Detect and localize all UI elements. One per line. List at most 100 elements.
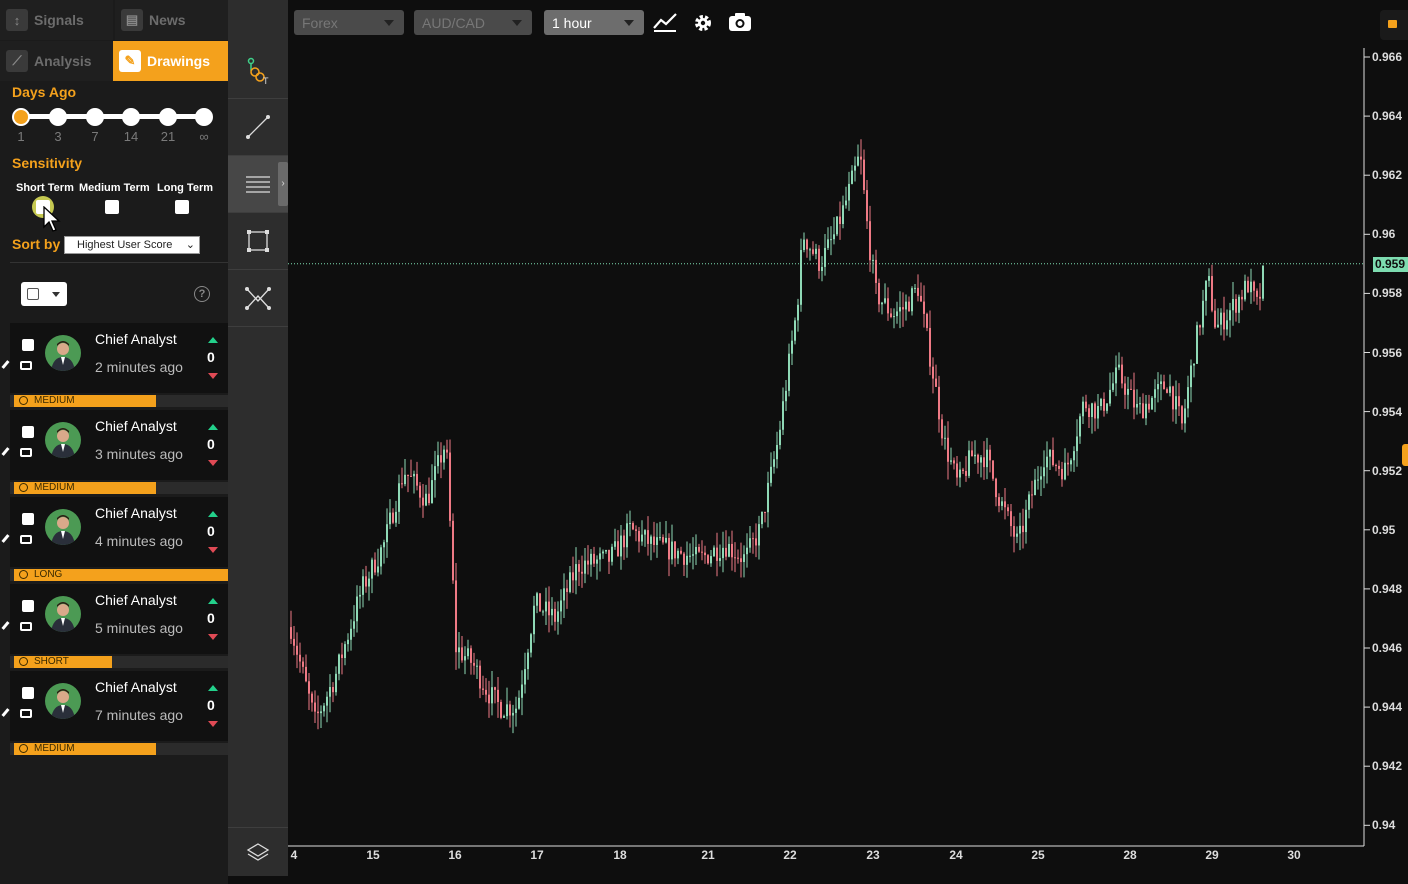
candle-body [356,596,358,622]
candle-body [1064,462,1066,480]
candle-body [554,608,556,622]
candle-body [917,287,919,296]
candle-body [668,537,670,560]
candle-body [635,529,637,531]
candle-body [935,378,937,387]
sensitivity-medium-checkbox[interactable] [105,200,119,214]
days-ago-knob-3[interactable] [49,108,67,126]
upvote-icon[interactable] [208,598,218,604]
upvote-icon[interactable] [208,424,218,430]
tab-news[interactable]: ▤ News [115,0,228,40]
help-icon[interactable]: ? [194,286,210,302]
sort-select[interactable]: Highest User Score ⌄ [64,236,200,254]
candle-body [938,386,940,420]
y-tick-label: 0.962 [1372,168,1403,183]
candle-body [1172,386,1174,410]
candle-body [950,460,952,462]
trend-line-icon [246,115,270,139]
upvote-icon[interactable] [208,511,218,517]
days-ago-knob-7[interactable] [86,108,104,126]
sensitivity-short-label: Short Term [16,182,74,194]
analysis-card[interactable]: Chief Analyst 3 minutes ago 0 MEDIUM [1,410,228,497]
mouse-cursor-icon [43,206,61,232]
analysis-card[interactable]: Chief Analyst 5 minutes ago 0 SHORT [1,584,228,671]
candle-body [605,549,607,552]
analysis-card[interactable]: Chief Analyst 7 minutes ago 0 MEDIUM [1,671,228,758]
candle-body [1238,296,1240,313]
avatar [45,683,81,719]
days-ago-knob-14[interactable] [122,108,140,126]
card-checkbox[interactable] [22,600,34,612]
comment-icon[interactable] [20,361,32,370]
candle-body [1148,403,1150,410]
price-chart[interactable] [288,0,1408,884]
edit-pencil-icon[interactable] [1,447,10,456]
candle-body [404,474,406,485]
candle-body [1034,479,1036,496]
sensitivity-long-checkbox[interactable] [175,200,189,214]
candle-body [590,553,592,565]
candle-body [1004,501,1006,508]
candle-body [755,538,757,546]
comment-icon[interactable] [20,448,32,457]
downvote-icon[interactable] [208,460,218,466]
clock-icon [19,570,28,579]
upvote-icon[interactable] [208,337,218,343]
x-tick-label: 28 [1123,848,1137,862]
candle-body [665,537,667,543]
tab-drawings[interactable]: ✎ Drawings [113,41,228,81]
candle-body [995,478,997,498]
card-checkbox[interactable] [22,339,34,351]
candle-body [1217,324,1219,328]
analysis-card[interactable]: Chief Analyst 4 minutes ago 0 LONG [1,497,228,584]
comment-icon[interactable] [20,622,32,631]
candle-body [533,605,535,635]
days-ago-knob-21[interactable] [159,108,177,126]
edit-pencil-icon[interactable] [1,708,10,717]
select-filter-button[interactable] [21,282,67,306]
tab-analysis[interactable]: ⟋ Analysis [0,41,113,81]
x-tick-label: 30 [1287,848,1301,862]
card-time: 4 minutes ago [95,533,183,549]
caret-down-icon [52,292,60,297]
tab-signals[interactable]: ↕ Signals [0,0,113,40]
tool-annotation[interactable]: T [228,42,288,99]
edit-pencil-icon[interactable] [1,534,10,543]
tool-pattern[interactable] [228,270,288,327]
candle-body [1055,465,1057,467]
candle-body [920,295,922,302]
candle-body [962,469,964,471]
downvote-icon[interactable] [208,373,218,379]
y-tick-label: 0.96 [1372,227,1396,242]
days-ago-knob-1[interactable] [12,108,30,126]
downvote-icon[interactable] [208,634,218,640]
expand-arrow-icon[interactable]: › [278,162,288,206]
candle-body [1025,509,1027,533]
analysis-card[interactable]: Chief Analyst 2 minutes ago 0 MEDIUM [1,323,228,410]
candle-body [1058,465,1060,469]
edit-pencil-icon[interactable] [1,360,10,369]
comment-icon[interactable] [20,535,32,544]
comment-icon[interactable] [20,709,32,718]
tool-trend-line[interactable] [228,99,288,156]
candle-body [836,216,838,235]
card-checkbox[interactable] [22,426,34,438]
tool-horizontal-lines[interactable]: › [228,156,288,213]
card-checkbox[interactable] [22,513,34,525]
card-checkbox[interactable] [22,687,34,699]
candle-body [317,711,319,714]
candle-body [347,639,349,645]
upvote-icon[interactable] [208,685,218,691]
candle-body [1154,389,1156,398]
downvote-icon[interactable] [208,547,218,553]
candle-body [1022,525,1024,533]
y-tick-label: 0.966 [1372,50,1403,64]
edit-pencil-icon[interactable] [1,621,10,630]
candle-body [530,634,532,653]
candle-body [1199,325,1201,328]
days-ago-knob-all[interactable] [195,108,213,126]
downvote-icon[interactable] [208,721,218,727]
candle-body [290,627,292,639]
tool-rectangle[interactable] [228,213,288,270]
candle-body [620,535,622,557]
